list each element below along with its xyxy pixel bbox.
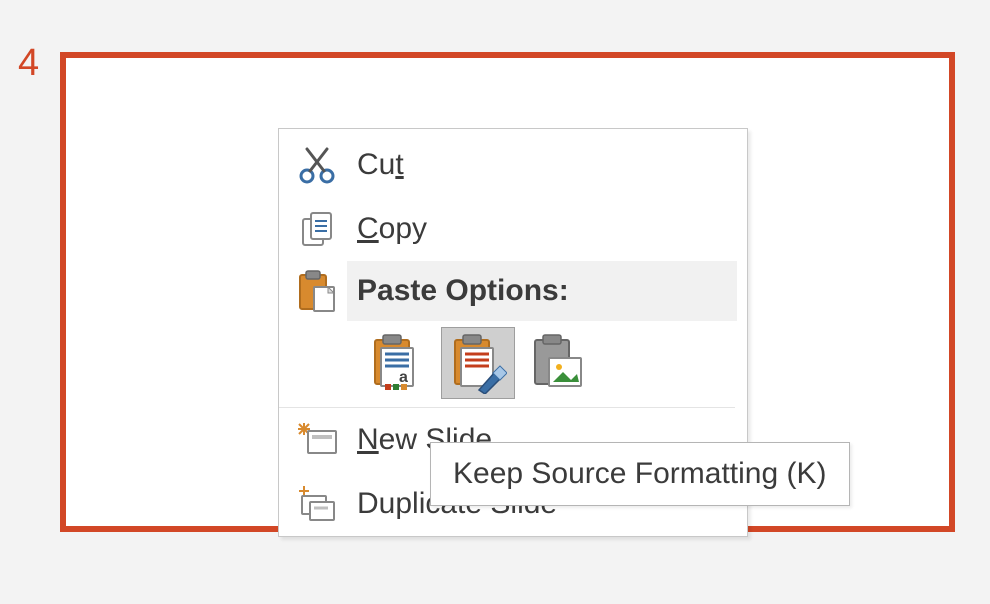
menu-item-cut[interactable]: Cut (279, 133, 747, 197)
tooltip-keep-source-formatting: Keep Source Formatting (K) (430, 442, 850, 506)
svg-text:a: a (399, 369, 408, 386)
clipboard-brush-icon (449, 332, 507, 394)
new-slide-icon (287, 421, 347, 459)
menu-item-copy[interactable]: Copy (279, 197, 747, 261)
paste-as-picture-button[interactable] (521, 327, 595, 399)
copy-icon (287, 209, 347, 249)
paste-icon (287, 269, 347, 313)
tooltip-text: Keep Source Formatting (K) (453, 457, 827, 490)
paste-keep-source-formatting-button[interactable] (441, 327, 515, 399)
duplicate-slide-icon (287, 484, 347, 524)
stage: 4 Cut (0, 0, 990, 604)
paste-options-header: Paste Options: (279, 261, 747, 321)
clipboard-picture-icon (529, 332, 587, 394)
menu-label-cut: Cut (347, 148, 737, 182)
paste-options-row: a (279, 321, 735, 408)
paste-use-destination-theme-button[interactable]: a (361, 327, 435, 399)
scissors-icon (287, 145, 347, 185)
slide-number: 4 (18, 42, 39, 85)
clipboard-theme-icon: a (369, 332, 427, 394)
menu-label-copy: Copy (347, 212, 737, 246)
paste-options-label: Paste Options: (357, 274, 569, 308)
